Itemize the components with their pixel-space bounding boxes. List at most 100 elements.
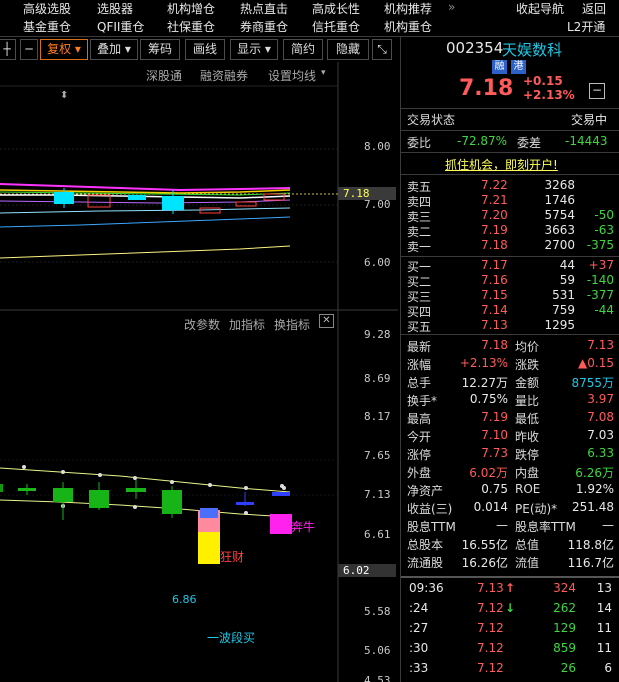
chip-distribution-button[interactable]: 筹码 [140,39,180,60]
ma-line-lightyellow [0,245,291,259]
kline-chart[interactable]: 深股通 融资融券 设置均线 ▾ ⬍ 改参数 加指标 换指标 ✕ 狂财 奔牛 6.… [0,62,398,682]
menu-jigou-zhongcang[interactable]: 机构重仓 [384,18,432,35]
menu-quanshang-zhongcang[interactable]: 券商重仓 [240,18,288,35]
weicha-label: 委差 [517,136,542,150]
bid-row[interactable]: 买二 7.16 59 -140 [401,273,619,289]
menu-gao-chengzhang[interactable]: 高成长性 [312,0,360,17]
change-params-button[interactable]: 改参数 [184,316,220,333]
indicator-dot [244,486,248,490]
divider [401,108,619,109]
level-price: 7.14 [481,303,508,317]
menu-gaoji-xuangu[interactable]: 高级选股 [23,0,71,17]
candle [199,207,221,214]
stat-label: PE(动)* [515,502,558,516]
back-button[interactable]: 返回 [582,0,606,17]
level-price: 7.16 [481,273,508,287]
stat-row: 股息TTM — 股息率TTM — [401,518,619,534]
indicator-dot [208,483,212,487]
ask-row[interactable]: 卖一 7.18 2700 -375 [401,238,619,254]
stat-label: 最高 [407,412,432,426]
stat-value: 7.13 [587,338,614,352]
stat-label: 外盘 [407,466,432,480]
level-change: -63 [594,223,614,237]
stat-row: 流通股 16.26亿 流值 116.7亿 [401,554,619,570]
add-indicator-button[interactable]: 加指标 [229,316,265,333]
chart-canvas: ⬍ [0,62,398,682]
menu-shebao-zhongcang[interactable]: 社保重仓 [167,18,215,35]
more-arrows-icon[interactable]: » [448,0,455,14]
menu-xuanguqi[interactable]: 选股器 [97,0,133,17]
stat-value: 8755万 [571,376,614,390]
stat-value: 7.19 [481,410,508,424]
open-account-link[interactable]: 抓住机会，即刻开户! [445,156,558,173]
menu-jijin-zhongcang[interactable]: 基金重仓 [23,18,71,35]
bid-row[interactable]: 买一 7.17 44 +37 [401,258,619,274]
level-volume: 3268 [544,178,575,192]
menu-jigou-zengcang[interactable]: 机构增仓 [167,0,215,17]
zoom-out-button[interactable]: ─ [20,39,38,60]
stat-value: +2.13% [459,356,508,370]
fuquan-dropdown[interactable]: 复权 ▾ [40,39,88,60]
stat-label: 内盘 [515,466,540,480]
draw-line-button[interactable]: 画线 [185,39,225,60]
stat-value: 0.75% [469,392,508,406]
tick-count: 14 [596,601,612,615]
overlay-label: 叠加 [97,42,122,56]
indicator-dot [133,476,137,480]
switch-indicator-button[interactable]: 换指标 [274,316,310,333]
hk-connect-badge: 港 [511,60,526,74]
close-icon[interactable]: ✕ [319,314,334,328]
menu-xintuo-zhongcang[interactable]: 信托重仓 [312,18,360,35]
stat-row: 最新 7.18 均价 7.13 [401,338,619,354]
candle [128,195,146,200]
bid-row[interactable]: 买三 7.15 531 -377 [401,288,619,304]
level-label: 买五 [407,320,432,334]
stat-value: 0.014 [473,500,508,514]
zoom-in-button[interactable]: ┼ [0,39,16,60]
stat-label: 总手 [407,376,432,390]
tick-count: 11 [596,641,612,655]
l2-open-button[interactable]: L2开通 [567,18,605,35]
tick-time: :33 [409,661,429,675]
tick-row: :24 7.12 ↓ 262 14 [401,601,619,617]
menu-qfii-zhongcang[interactable]: QFII重仓 [97,18,144,35]
overlay-dropdown[interactable]: 叠加 ▾ [90,39,138,60]
simple-mode-button[interactable]: 简约 [283,39,323,60]
stat-row: 外盘 6.02万 内盘 6.26万 [401,464,619,480]
stock-name[interactable]: 天娱数科 [502,39,562,60]
price-change: +0.15 [523,74,563,88]
level-price: 7.20 [481,208,508,222]
hide-button[interactable]: 隐藏 [327,39,369,60]
ask-row[interactable]: 卖三 7.20 5754 -50 [401,208,619,224]
chevron-down-icon: ▾ [121,42,131,56]
stat-value: 7.08 [587,410,614,424]
level-volume: 59 [559,273,575,287]
ask-book: 卖五 7.22 3268 卖四 7.21 1746 卖三 7.20 5754 -50 卖二 7.19 3… [401,178,619,258]
candle [0,484,3,492]
signal-bar-magenta [270,514,292,534]
stat-label: 收益(三) [407,502,453,516]
ask-row[interactable]: 卖五 7.22 3268 [401,178,619,194]
collapse-nav-button[interactable]: 收起导航 [516,0,564,17]
display-dropdown[interactable]: 显示 ▾ [230,39,278,60]
ask-row[interactable]: 卖四 7.21 1746 [401,193,619,209]
divider [401,152,619,153]
tick-row: :27 7.12 129 11 [401,621,619,637]
bid-row[interactable]: 买五 7.13 1295 [401,318,619,334]
menu-jigou-tuijian[interactable]: 机构推荐 [384,0,432,17]
divider [401,130,619,131]
bid-row[interactable]: 买四 7.14 759 -44 [401,303,619,319]
remove-from-watchlist-button[interactable]: − [589,83,605,99]
scroll-arrows-icon: ⬍ [60,90,68,101]
menu-redian-zhiji[interactable]: 热点直击 [240,0,288,17]
status-value: 交易中 [571,113,608,127]
stat-label: ROE [515,482,541,496]
stat-label: 股息率TTM [515,520,576,534]
ma-line-magenta [0,183,291,192]
stat-row: 今开 7.10 昨收 7.03 [401,428,619,444]
expand-icon[interactable]: ⤡ [372,39,392,60]
ask-row[interactable]: 卖二 7.19 3663 -63 [401,223,619,239]
top-menu-bar: 高级选股 选股器 机构增仓 热点直击 高成长性 机构推荐 » 收起导航 返回 [0,0,619,18]
stat-value: 7.73 [481,446,508,460]
tick-time: :30 [409,641,429,655]
